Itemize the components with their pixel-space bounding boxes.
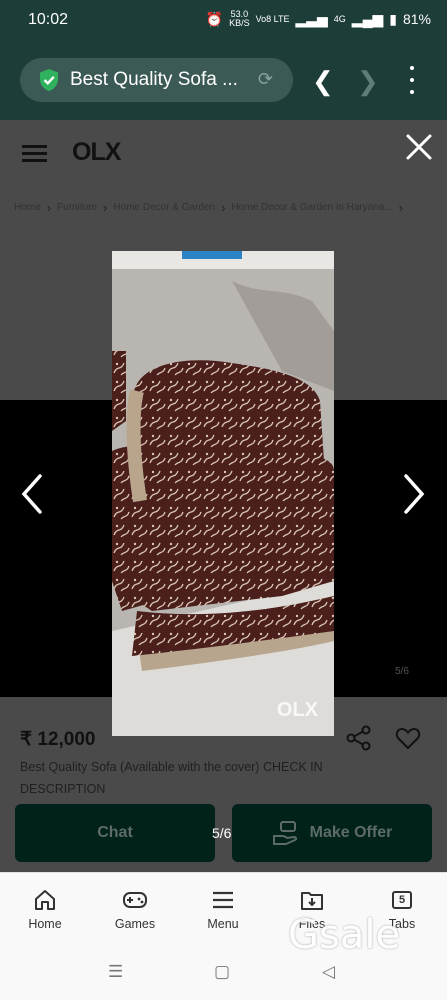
nav-menu-label: Menu [207, 917, 239, 931]
olx-header: OLX [0, 120, 447, 186]
image-index: 5/6 [212, 825, 232, 841]
network-type: 4G [333, 13, 346, 24]
browser-toolbar: Best Quality Sofa ... ⟳ ❮ ❯ [0, 42, 447, 120]
address-bar[interactable]: Best Quality Sofa ... ⟳ [20, 58, 293, 102]
olx-logo[interactable]: OLX [72, 138, 121, 167]
reload-icon[interactable]: ⟳ [258, 69, 273, 90]
battery-level: 81% [402, 11, 431, 27]
breadcrumb-furniture[interactable]: Furniture [57, 202, 97, 213]
breadcrumb-home[interactable]: Home [14, 202, 41, 213]
menu-icon [213, 891, 233, 909]
listing-description: Best Quality Sofa (Available with the co… [20, 760, 323, 796]
chevron-right-icon: › [103, 200, 108, 215]
make-offer-button[interactable]: Make Offer [232, 804, 432, 862]
nav-games[interactable]: Games [100, 887, 170, 931]
tabs-icon: 5 [392, 891, 412, 909]
chat-button-label: Chat [97, 824, 133, 841]
volte-indicator: Vo8 LTE [255, 13, 290, 24]
offer-icon [272, 821, 297, 845]
back-triangle-icon[interactable]: ◁ [322, 962, 335, 982]
chevron-right-icon: › [221, 200, 226, 215]
sofa-photo[interactable]: OLX [112, 251, 334, 736]
forward-button[interactable]: ❯ [357, 66, 379, 97]
favorite-heart-icon[interactable] [395, 725, 421, 751]
previous-image-arrow-icon[interactable] [18, 472, 46, 516]
gsale-watermark: Gsale [288, 912, 401, 958]
page-title: Best Quality Sofa ... [70, 69, 238, 90]
signal-icon: ▂▃▅ [295, 10, 328, 27]
recent-apps-icon[interactable]: ☰ [108, 962, 123, 982]
breadcrumb-home-decor[interactable]: Home Decor & Garden [113, 202, 215, 213]
breadcrumb: Home › Furniture › Home Decor & Garden ›… [14, 200, 444, 215]
listing-page: OLX Home › Furniture › Home Decor & Gard… [0, 120, 447, 872]
download-folder-icon [301, 892, 323, 910]
chevron-right-icon: › [398, 200, 403, 215]
slide-counter: 5/6 [395, 666, 409, 677]
shield-check-icon [40, 69, 58, 91]
home-square-icon[interactable]: ▢ [214, 962, 230, 982]
close-icon[interactable] [400, 128, 438, 166]
nav-home-label: Home [28, 917, 62, 931]
nav-menu[interactable]: Menu [188, 887, 258, 931]
sofa-image [112, 251, 334, 736]
nav-home[interactable]: Home [10, 887, 80, 931]
nav-games-label: Games [114, 917, 156, 931]
network-speed: 53.0 KB/S [229, 9, 250, 28]
back-button[interactable]: ❮ [312, 66, 334, 97]
chevron-right-icon: › [46, 200, 52, 215]
alarm-icon: ⏰ [205, 10, 224, 27]
gamepad-icon [123, 892, 147, 908]
share-icon[interactable] [346, 725, 372, 751]
make-offer-label: Make Offer [309, 824, 393, 841]
next-image-arrow-icon[interactable] [400, 472, 428, 516]
olx-watermark: OLX [276, 699, 318, 721]
breadcrumb-region[interactable]: Home Decor & Garden in Haryana... [231, 202, 392, 213]
status-bar: 10:02 ⏰ 53.0 KB/S Vo8 LTE ▂▃▅ 4G ▂▄▆ ▮ 8… [0, 0, 447, 42]
hamburger-menu-icon[interactable] [22, 145, 47, 162]
status-icons: ⏰ 53.0 KB/S Vo8 LTE ▂▃▅ 4G ▂▄▆ ▮ 81% [206, 10, 431, 28]
battery-icon: ▮ [389, 10, 397, 27]
status-time: 10:02 [28, 11, 69, 28]
home-icon [35, 890, 55, 910]
signal-strength-icon: ▂▄▆ [351, 10, 384, 27]
more-options-icon[interactable] [402, 66, 422, 94]
chat-button[interactable]: Chat [15, 804, 215, 862]
listing-price: ₹ 12,000 [20, 729, 96, 750]
